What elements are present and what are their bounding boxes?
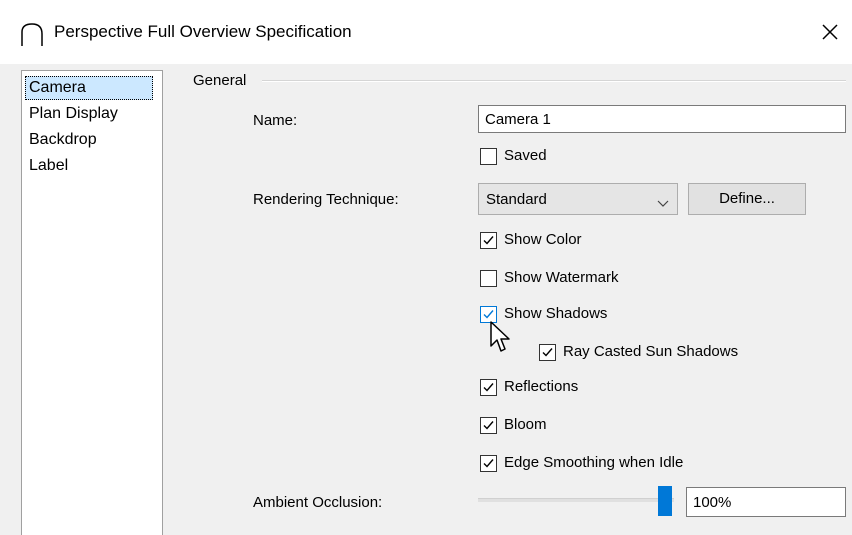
checkmark-icon [483,236,494,245]
bloom-label: Bloom [504,416,547,433]
show-shadows-label: Show Shadows [504,305,608,322]
close-icon [822,24,838,40]
rendering-technique-value: Standard [486,191,547,208]
checkmark-icon [542,348,553,357]
category-list[interactable]: Camera Plan Display Backdrop Label [21,70,163,535]
show-watermark-label: Show Watermark [504,269,619,286]
show-color-checkbox[interactable] [480,232,497,249]
dialog-window: Perspective Full Overview Specification … [0,0,852,535]
nav-item-backdrop[interactable]: Backdrop [25,128,101,152]
ray-casted-checkbox[interactable] [539,344,556,361]
ray-casted-label: Ray Casted Sun Shadows [563,343,739,360]
saved-checkbox[interactable] [480,148,497,165]
rendering-technique-label: Rendering Technique: [253,191,399,208]
nav-item-camera[interactable]: Camera [25,76,153,100]
name-input[interactable] [478,105,846,133]
mouse-pointer-icon [489,320,511,354]
group-label-general: General [193,72,251,89]
nav-item-plan-display[interactable]: Plan Display [25,102,122,126]
title-bar: Perspective Full Overview Specification [0,0,852,64]
checkmark-icon [483,421,494,430]
saved-label: Saved [504,147,547,164]
checkmark-icon [483,383,494,392]
ambient-occlusion-input[interactable] [686,487,846,517]
show-watermark-checkbox[interactable] [480,270,497,287]
group-divider [262,80,846,82]
define-button[interactable]: Define... [688,183,806,215]
name-label: Name: [253,112,298,129]
window-title: Perspective Full Overview Specification [54,22,352,41]
bloom-checkbox[interactable] [480,417,497,434]
reflections-checkbox[interactable] [480,379,497,396]
ambient-occlusion-slider-track[interactable] [478,498,674,502]
camera-arch-icon [18,20,46,48]
checkmark-icon [483,310,494,319]
edge-smoothing-label: Edge Smoothing when Idle [504,454,684,471]
rendering-technique-select[interactable]: Standard [478,183,678,215]
show-shadows-checkbox[interactable] [480,306,497,323]
reflections-label: Reflections [504,378,579,395]
checkmark-icon [483,459,494,468]
close-button[interactable] [814,16,846,48]
show-color-label: Show Color [504,231,582,248]
chevron-down-icon [657,195,669,207]
nav-item-label[interactable]: Label [25,154,72,178]
edge-smoothing-checkbox[interactable] [480,455,497,472]
ambient-occlusion-label: Ambient Occlusion: [253,494,383,511]
ambient-occlusion-slider-thumb[interactable] [658,486,672,516]
